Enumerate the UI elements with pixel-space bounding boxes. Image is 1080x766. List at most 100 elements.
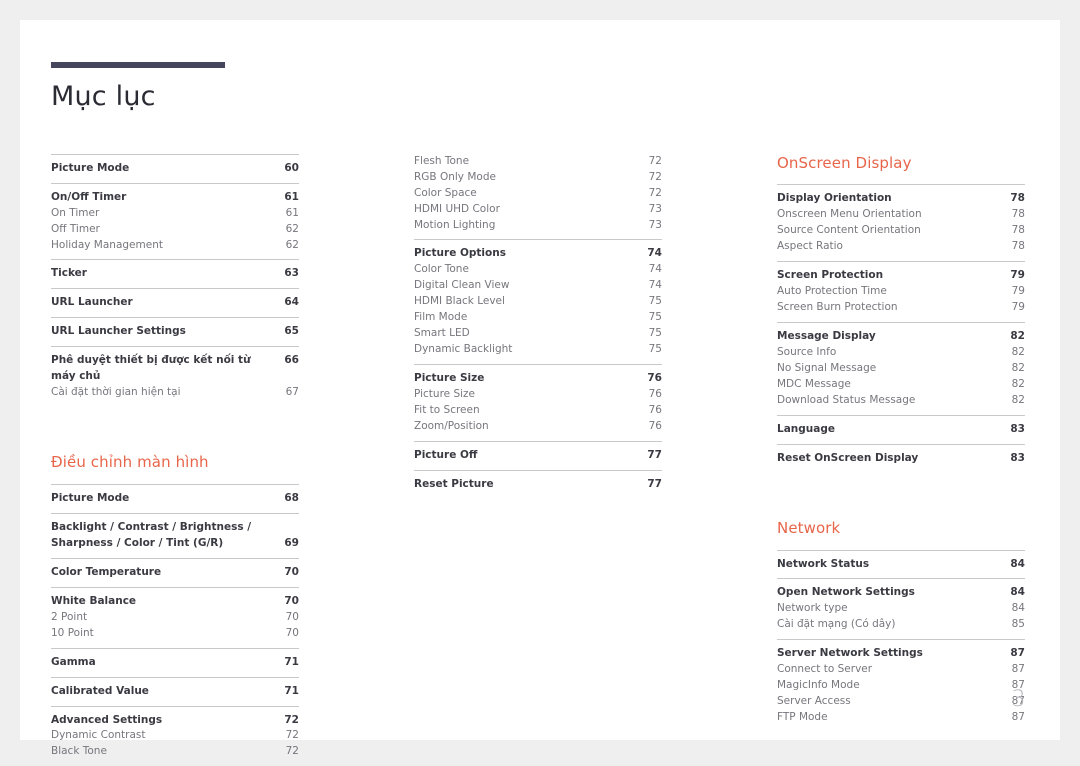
toc-entry[interactable]: Picture Size76 [414,371,662,387]
toc-entry[interactable]: Dynamic Backlight75 [414,342,662,358]
toc-entry-page-number: 76 [644,419,662,435]
toc-entry[interactable]: Aspect Ratio78 [777,239,1025,255]
toc-group: Open Network Settings84Network type84Cài… [777,578,1025,639]
toc-entry-label: Holiday Management [51,238,171,254]
toc-entry[interactable]: Gamma71 [51,655,299,671]
toc-group: Picture Options74Color Tone74Digital Cle… [414,239,662,364]
toc-entry[interactable]: Black Tone72 [51,744,299,760]
toc-entry[interactable]: Source Content Orientation78 [777,223,1025,239]
toc-entry-label: Color Tone [414,262,477,278]
toc-entry-label: Gamma [51,655,104,671]
toc-entry[interactable]: Picture Mode68 [51,491,299,507]
toc-entry-page-number: 72 [644,154,662,170]
toc-entry[interactable]: Server Network Settings87 [777,646,1025,662]
toc-entry[interactable]: Picture Options74 [414,246,662,262]
toc-entry[interactable]: Display Orientation78 [777,191,1025,207]
toc-entry[interactable]: Auto Protection Time79 [777,284,1025,300]
toc-entry-label: Black Tone [51,744,115,760]
toc-entry-label: Dynamic Backlight [414,342,520,358]
toc-entry[interactable]: Backlight / Contrast / Brightness / Shar… [51,520,299,552]
toc-entry[interactable]: Phê duyệt thiết bị được kết nối từ máy c… [51,353,299,385]
toc-entry[interactable]: Holiday Management62 [51,238,299,254]
toc-entry[interactable]: On/Off Timer61 [51,190,299,206]
toc-entry[interactable]: No Signal Message82 [777,361,1025,377]
toc-entry[interactable]: RGB Only Mode72 [414,170,662,186]
toc-entry[interactable]: HDMI Black Level75 [414,294,662,310]
toc-entry[interactable]: 2 Point70 [51,610,299,626]
toc-entry[interactable]: Onscreen Menu Orientation78 [777,207,1025,223]
toc-entry-page-number: 61 [281,206,299,222]
toc-entry[interactable]: Calibrated Value71 [51,684,299,700]
toc-entry[interactable]: URL Launcher Settings65 [51,324,299,340]
toc-group: Color Temperature70 [51,558,299,587]
toc-entry[interactable]: On Timer61 [51,206,299,222]
toc-entry[interactable]: Message Display82 [777,329,1025,345]
toc-entry[interactable]: Download Status Message82 [777,393,1025,409]
toc-entry[interactable]: White Balance70 [51,594,299,610]
toc-entry[interactable]: Motion Lighting73 [414,218,662,234]
toc-group: URL Launcher64 [51,288,299,317]
toc-entry-label: Connect to Server [777,662,880,678]
toc-entry-page-number: 61 [281,190,299,206]
toc-entry[interactable]: Reset OnScreen Display83 [777,451,1025,467]
toc-entry-label: Flesh Tone [414,154,477,170]
toc-entry[interactable]: Fit to Screen76 [414,403,662,419]
toc-entry[interactable]: Language83 [777,422,1025,438]
toc-entry[interactable]: Advanced Settings72 [51,713,299,729]
toc-entry[interactable]: Zoom/Position76 [414,419,662,435]
toc-entry-label: 10 Point [51,626,102,642]
toc-entry[interactable]: Open Network Settings84 [777,585,1025,601]
section-heading: Điều chỉnh màn hình [51,453,299,484]
toc-entry[interactable]: URL Launcher64 [51,295,299,311]
toc-entry[interactable]: Picture Mode60 [51,161,299,177]
title-rule [51,62,225,68]
toc-entry-page-number: 75 [644,326,662,342]
toc-entry[interactable]: Screen Burn Protection79 [777,300,1025,316]
toc-entry-label: Backlight / Contrast / Brightness / Shar… [51,520,299,552]
toc-entry-page-number: 83 [1007,422,1025,438]
toc-entry-page-number: 79 [1007,284,1025,300]
toc-entry[interactable]: Source Info82 [777,345,1025,361]
toc-entry[interactable]: HDMI UHD Color73 [414,202,662,218]
toc-entry[interactable]: Ticker63 [51,266,299,282]
toc-entry-page-number: 70 [281,610,299,626]
toc-entry[interactable]: Smart LED 75 [414,326,662,342]
toc-entry[interactable]: MagicInfo Mode87 [777,678,1025,694]
toc-entry[interactable]: MDC Message82 [777,377,1025,393]
toc-entry[interactable]: Digital Clean View74 [414,278,662,294]
toc-entry-label: URL Launcher Settings [51,324,194,340]
toc-entry[interactable]: Cài đặt mạng (Có dây)85 [777,617,1025,633]
toc-entry[interactable]: Cài đặt thời gian hiện tại67 [51,385,299,401]
toc-entry-page-number: 70 [281,565,299,581]
toc-group: Flesh Tone 72RGB Only Mode72Color Space72… [414,154,662,240]
toc-entry[interactable]: Off Timer62 [51,222,299,238]
toc-entry-label: Smart LED [414,326,478,342]
toc-column-1: Picture Mode60 On/Off Timer61On Timer61Of… [51,154,299,766]
page-number: 3 [1012,687,1027,712]
toc-entry-label: Calibrated Value [51,684,157,700]
toc-group: Backlight / Contrast / Brightness / Shar… [51,513,299,558]
toc-entry[interactable]: Color Temperature70 [51,565,299,581]
toc-entry[interactable]: Reset Picture77 [414,477,662,493]
toc-entry[interactable]: Picture Size76 [414,387,662,403]
toc-entry[interactable]: Screen Protection79 [777,268,1025,284]
toc-entry[interactable]: Flesh Tone 72 [414,154,662,170]
toc-entry[interactable]: Server Access87 [777,694,1025,710]
toc-entry[interactable]: Dynamic Contrast72 [51,728,299,744]
toc-entry[interactable]: FTP Mode87 [777,710,1025,726]
toc-entry[interactable]: Network Status84 [777,557,1025,573]
toc-entry-label: Picture Size [414,371,492,387]
toc-entry[interactable]: Color Space72 [414,186,662,202]
toc-entry[interactable]: Film Mode75 [414,310,662,326]
toc-entry-page-number: 79 [1007,300,1025,316]
toc-entry-label: Phê duyệt thiết bị được kết nối từ máy c… [51,353,281,385]
toc-entry-label: Reset OnScreen Display [777,451,926,467]
toc-entry-page-number: 77 [644,477,662,493]
toc-entry[interactable]: Connect to Server87 [777,662,1025,678]
toc-entry[interactable]: Color Tone74 [414,262,662,278]
toc-group: Server Network Settings87Connect to Serv… [777,639,1025,732]
toc-entry[interactable]: 10 Point70 [51,626,299,642]
toc-entry-label: Download Status Message [777,393,923,409]
toc-entry[interactable]: Network type84 [777,601,1025,617]
toc-entry[interactable]: Picture Off77 [414,448,662,464]
